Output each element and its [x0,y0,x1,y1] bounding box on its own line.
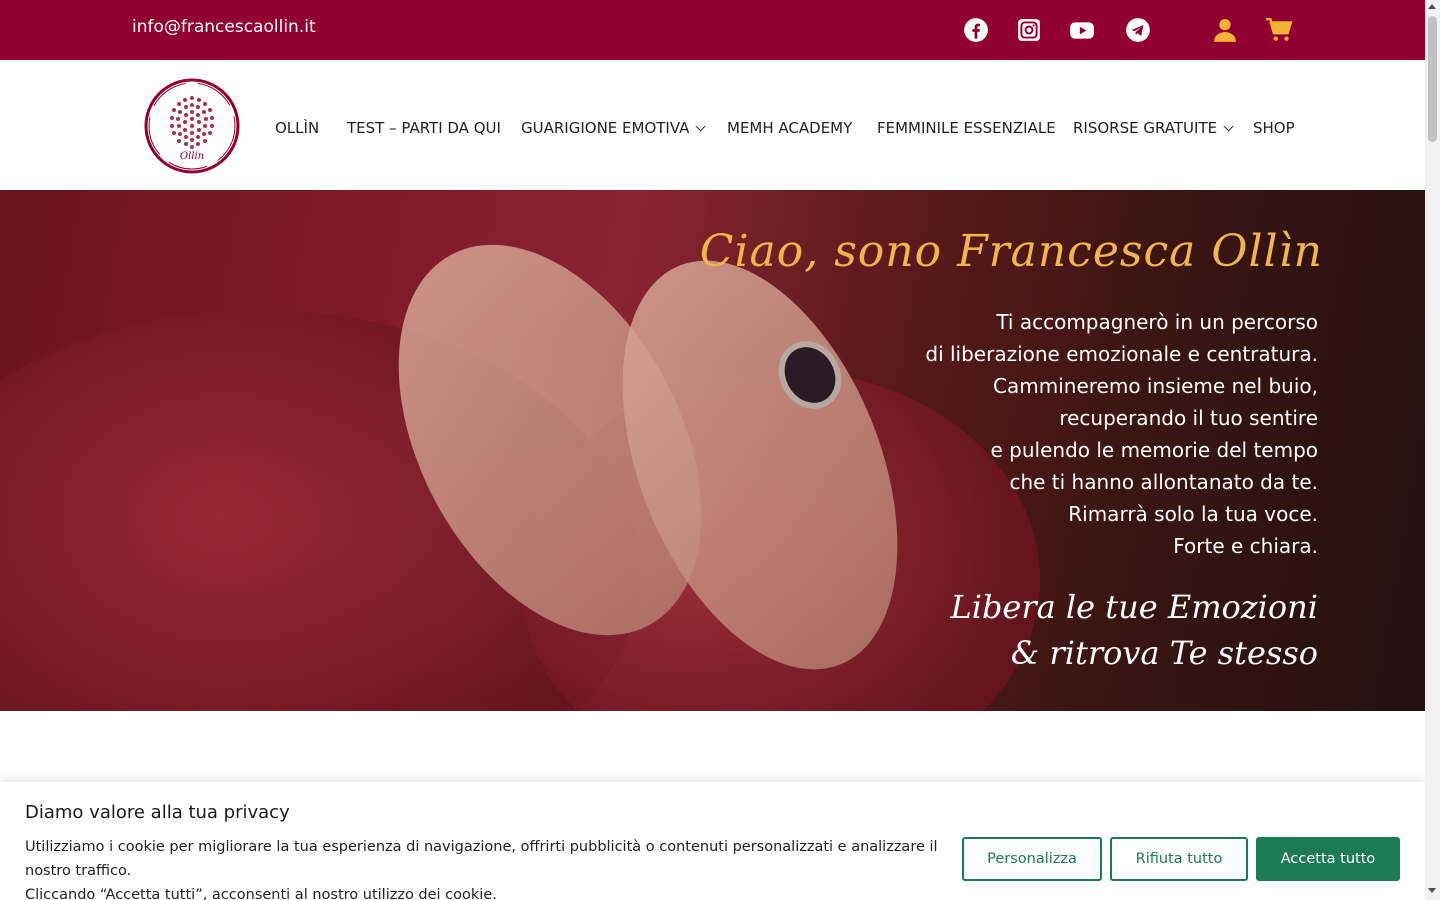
site-header: Ollin OLLÌN TEST – PARTI DA QUI GUARIGIO… [0,60,1425,190]
chevron-down-icon [695,121,706,132]
cookie-title: Diamo valore alla tua privacy [25,802,290,823]
nav-item-ollin[interactable]: OLLÌN [275,119,319,137]
nav-item-shop[interactable]: SHOP [1253,119,1295,137]
nav-item-label: GUARIGIONE EMOTIVA [521,119,690,137]
telegram-icon[interactable] [1124,16,1152,44]
nav-item-femminile-essenziale[interactable]: FEMMINILE ESSENZIALE [877,119,1056,137]
hero-line: che ti hanno allontanato da te. [1009,470,1318,494]
user-icon[interactable] [1211,16,1239,44]
nav-item-label: FEMMINILE ESSENZIALE [877,119,1056,137]
nav-item-test[interactable]: TEST – PARTI DA QUI [347,119,501,137]
hero-tagline-line: & ritrova Te stesso [1010,634,1318,672]
scrollbar-thumb[interactable] [1428,16,1437,142]
nav-item-risorse-gratuite[interactable]: RISORSE GRATUITE [1073,119,1234,137]
instagram-icon[interactable] [1015,16,1043,44]
hero-line: Rimarrà solo la tua voce. [1068,502,1318,526]
cookie-text: Utilizziamo i cookie per migliorare la t… [25,835,945,900]
logo-text: Ollin [180,151,204,162]
youtube-icon[interactable] [1068,16,1096,44]
scroll-down-arrow-icon[interactable] [1428,888,1436,893]
hero-banner: Ciao, sono Francesca Ollìn Ti accompagne… [0,190,1425,711]
hero-title: Ciao, sono Francesca Ollìn [699,226,1323,277]
cart-icon[interactable] [1264,16,1294,44]
cookie-text-line: Cliccando “Accetta tutti”, acconsenti al… [25,887,497,900]
nav-item-label: TEST – PARTI DA QUI [347,119,501,137]
hero-line: di liberazione emozionale e centratura. [925,342,1318,366]
nav-item-label: RISORSE GRATUITE [1073,119,1218,137]
hero-line: Ti accompagnerò in un percorso [996,310,1318,334]
facebook-icon[interactable] [962,16,990,44]
hero-line: recuperando il tuo sentire [1059,406,1318,430]
page-scrollbar[interactable] [1425,0,1440,900]
hero-tagline: Libera le tue Emozioni & ritrova Te stes… [950,584,1318,676]
hero-line: Forte e chiara. [1173,534,1318,558]
customize-cookies-button[interactable]: Personalizza [962,837,1102,881]
site-logo[interactable]: Ollin [142,76,242,176]
nav-item-label: OLLÌN [275,119,320,137]
reject-cookies-button[interactable]: Rifiuta tutto [1110,837,1248,881]
hero-description: Ti accompagnerò in un percorso di libera… [925,306,1318,562]
nav-item-guarigione-emotiva[interactable]: GUARIGIONE EMOTIVA [521,119,706,137]
nav-item-memh-academy[interactable]: MEMH ACADEMY [727,119,852,137]
cookie-consent-banner: Diamo valore alla tua privacy Utilizziam… [0,782,1425,900]
hero-line: Cammineremo insieme nel buio, [993,374,1318,398]
hero-tagline-line: Libera le tue Emozioni [950,588,1318,626]
top-bar: info@francescaollin.it [0,0,1425,60]
hero-line: e pulendo le memorie del tempo [990,438,1319,462]
cookie-text-line: Utilizziamo i cookie per migliorare la t… [25,839,938,879]
nav-item-label: MEMH ACADEMY [727,119,853,137]
scroll-up-arrow-icon[interactable] [1428,4,1436,9]
nav-item-label: SHOP [1253,119,1295,137]
contact-email-link[interactable]: info@francescaollin.it [132,17,316,37]
chevron-down-icon [1223,121,1234,132]
accept-cookies-button[interactable]: Accetta tutto [1256,837,1400,881]
